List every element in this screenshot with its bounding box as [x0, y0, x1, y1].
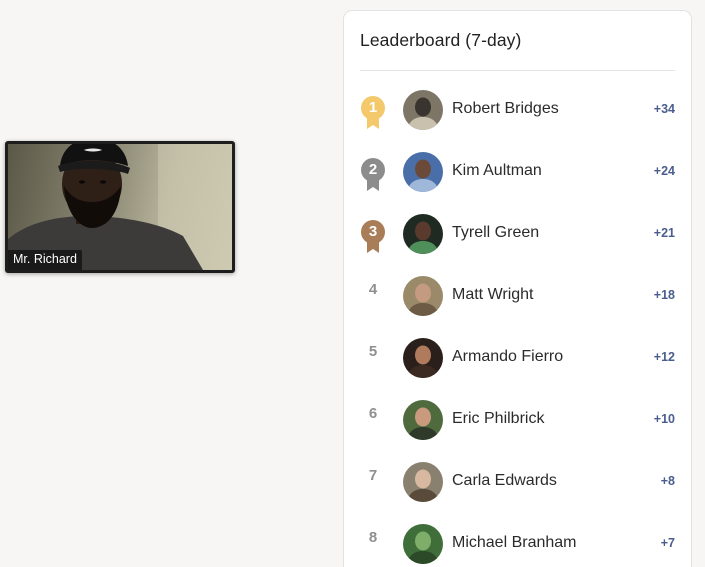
rank-number: 2	[368, 161, 378, 178]
rank-number: 3	[368, 223, 378, 240]
player-score: +7	[660, 536, 675, 550]
avatar	[403, 214, 443, 254]
player-score: +10	[653, 412, 675, 426]
leaderboard-row[interactable]: 5 Armando Fierro +12	[344, 327, 691, 389]
rank-number: 8	[368, 529, 378, 546]
player-name: Tyrell Green	[452, 224, 540, 241]
avatar	[403, 276, 443, 316]
player-name: Armando Fierro	[452, 348, 564, 365]
video-tile[interactable]: Mr. Richard	[5, 141, 235, 273]
avatar	[403, 524, 443, 564]
avatar	[403, 462, 443, 502]
leaderboard-row[interactable]: 7 Carla Edwards +8	[344, 451, 691, 513]
divider	[360, 70, 675, 71]
leaderboard-row[interactable]: 3 Tyrell Green +21	[344, 203, 691, 265]
leaderboard-row[interactable]: 8 Michael Branham +7	[344, 513, 691, 567]
rank-number: 4	[368, 281, 378, 298]
rank-medal-icon: 2	[359, 158, 387, 192]
player-score: +24	[653, 164, 675, 178]
avatar	[403, 152, 443, 192]
leaderboard-list: 1 Robert Bridges +34 2 Kim Aultman +24 3 Tyrell…	[344, 79, 691, 567]
leaderboard-row[interactable]: 2 Kim Aultman +24	[344, 141, 691, 203]
player-score: +8	[660, 474, 675, 488]
leaderboard-title: Leaderboard (7-day)	[360, 30, 522, 50]
rank-number: 1	[368, 99, 378, 116]
leaderboard-row[interactable]: 1 Robert Bridges +34	[344, 79, 691, 141]
leaderboard-panel: Leaderboard (7-day) 1 Robert Bridges +34 2 K…	[343, 10, 692, 567]
avatar	[403, 90, 443, 130]
leaderboard-row[interactable]: 6 Eric Philbrick +10	[344, 389, 691, 451]
player-score: +18	[653, 288, 675, 302]
player-name: Robert Bridges	[452, 100, 559, 117]
player-name: Carla Edwards	[452, 472, 557, 489]
player-score: +21	[653, 226, 675, 240]
rank-number: 7	[368, 467, 378, 484]
participant-name-label: Mr. Richard	[8, 250, 82, 270]
player-name: Kim Aultman	[452, 162, 542, 179]
rank-medal-icon: 3	[359, 220, 387, 254]
avatar	[403, 338, 443, 378]
rank-number: 5	[368, 343, 378, 360]
player-name: Eric Philbrick	[452, 410, 545, 427]
rank-number: 6	[368, 405, 378, 422]
avatar	[403, 400, 443, 440]
player-name: Michael Branham	[452, 534, 577, 551]
rank-medal-icon: 1	[359, 96, 387, 130]
player-name: Matt Wright	[452, 286, 534, 303]
stage: Mr. Richard Leaderboard (7-day) 1 Robert …	[0, 0, 705, 567]
player-score: +12	[653, 350, 675, 364]
player-score: +34	[653, 102, 675, 116]
leaderboard-row[interactable]: 4 Matt Wright +18	[344, 265, 691, 327]
